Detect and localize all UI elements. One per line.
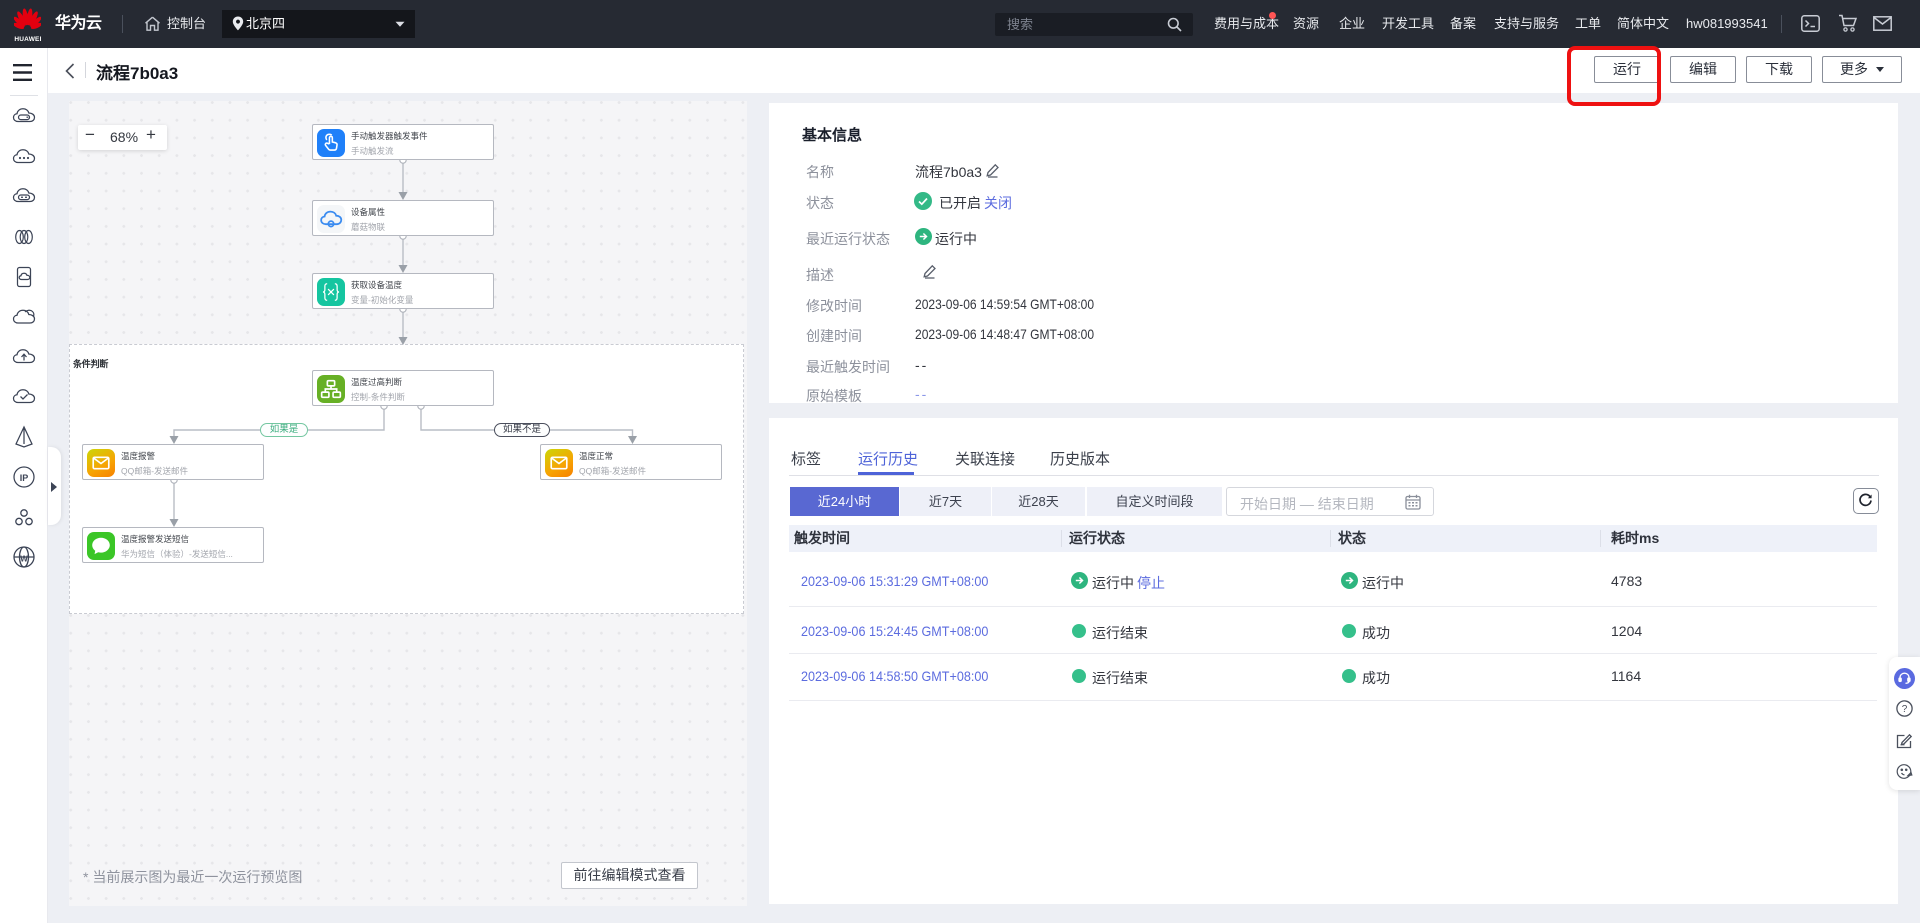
svg-text:IP: IP <box>20 473 29 483</box>
svg-text:W: W <box>20 555 28 564</box>
svg-text:?: ? <box>1902 704 1908 715</box>
